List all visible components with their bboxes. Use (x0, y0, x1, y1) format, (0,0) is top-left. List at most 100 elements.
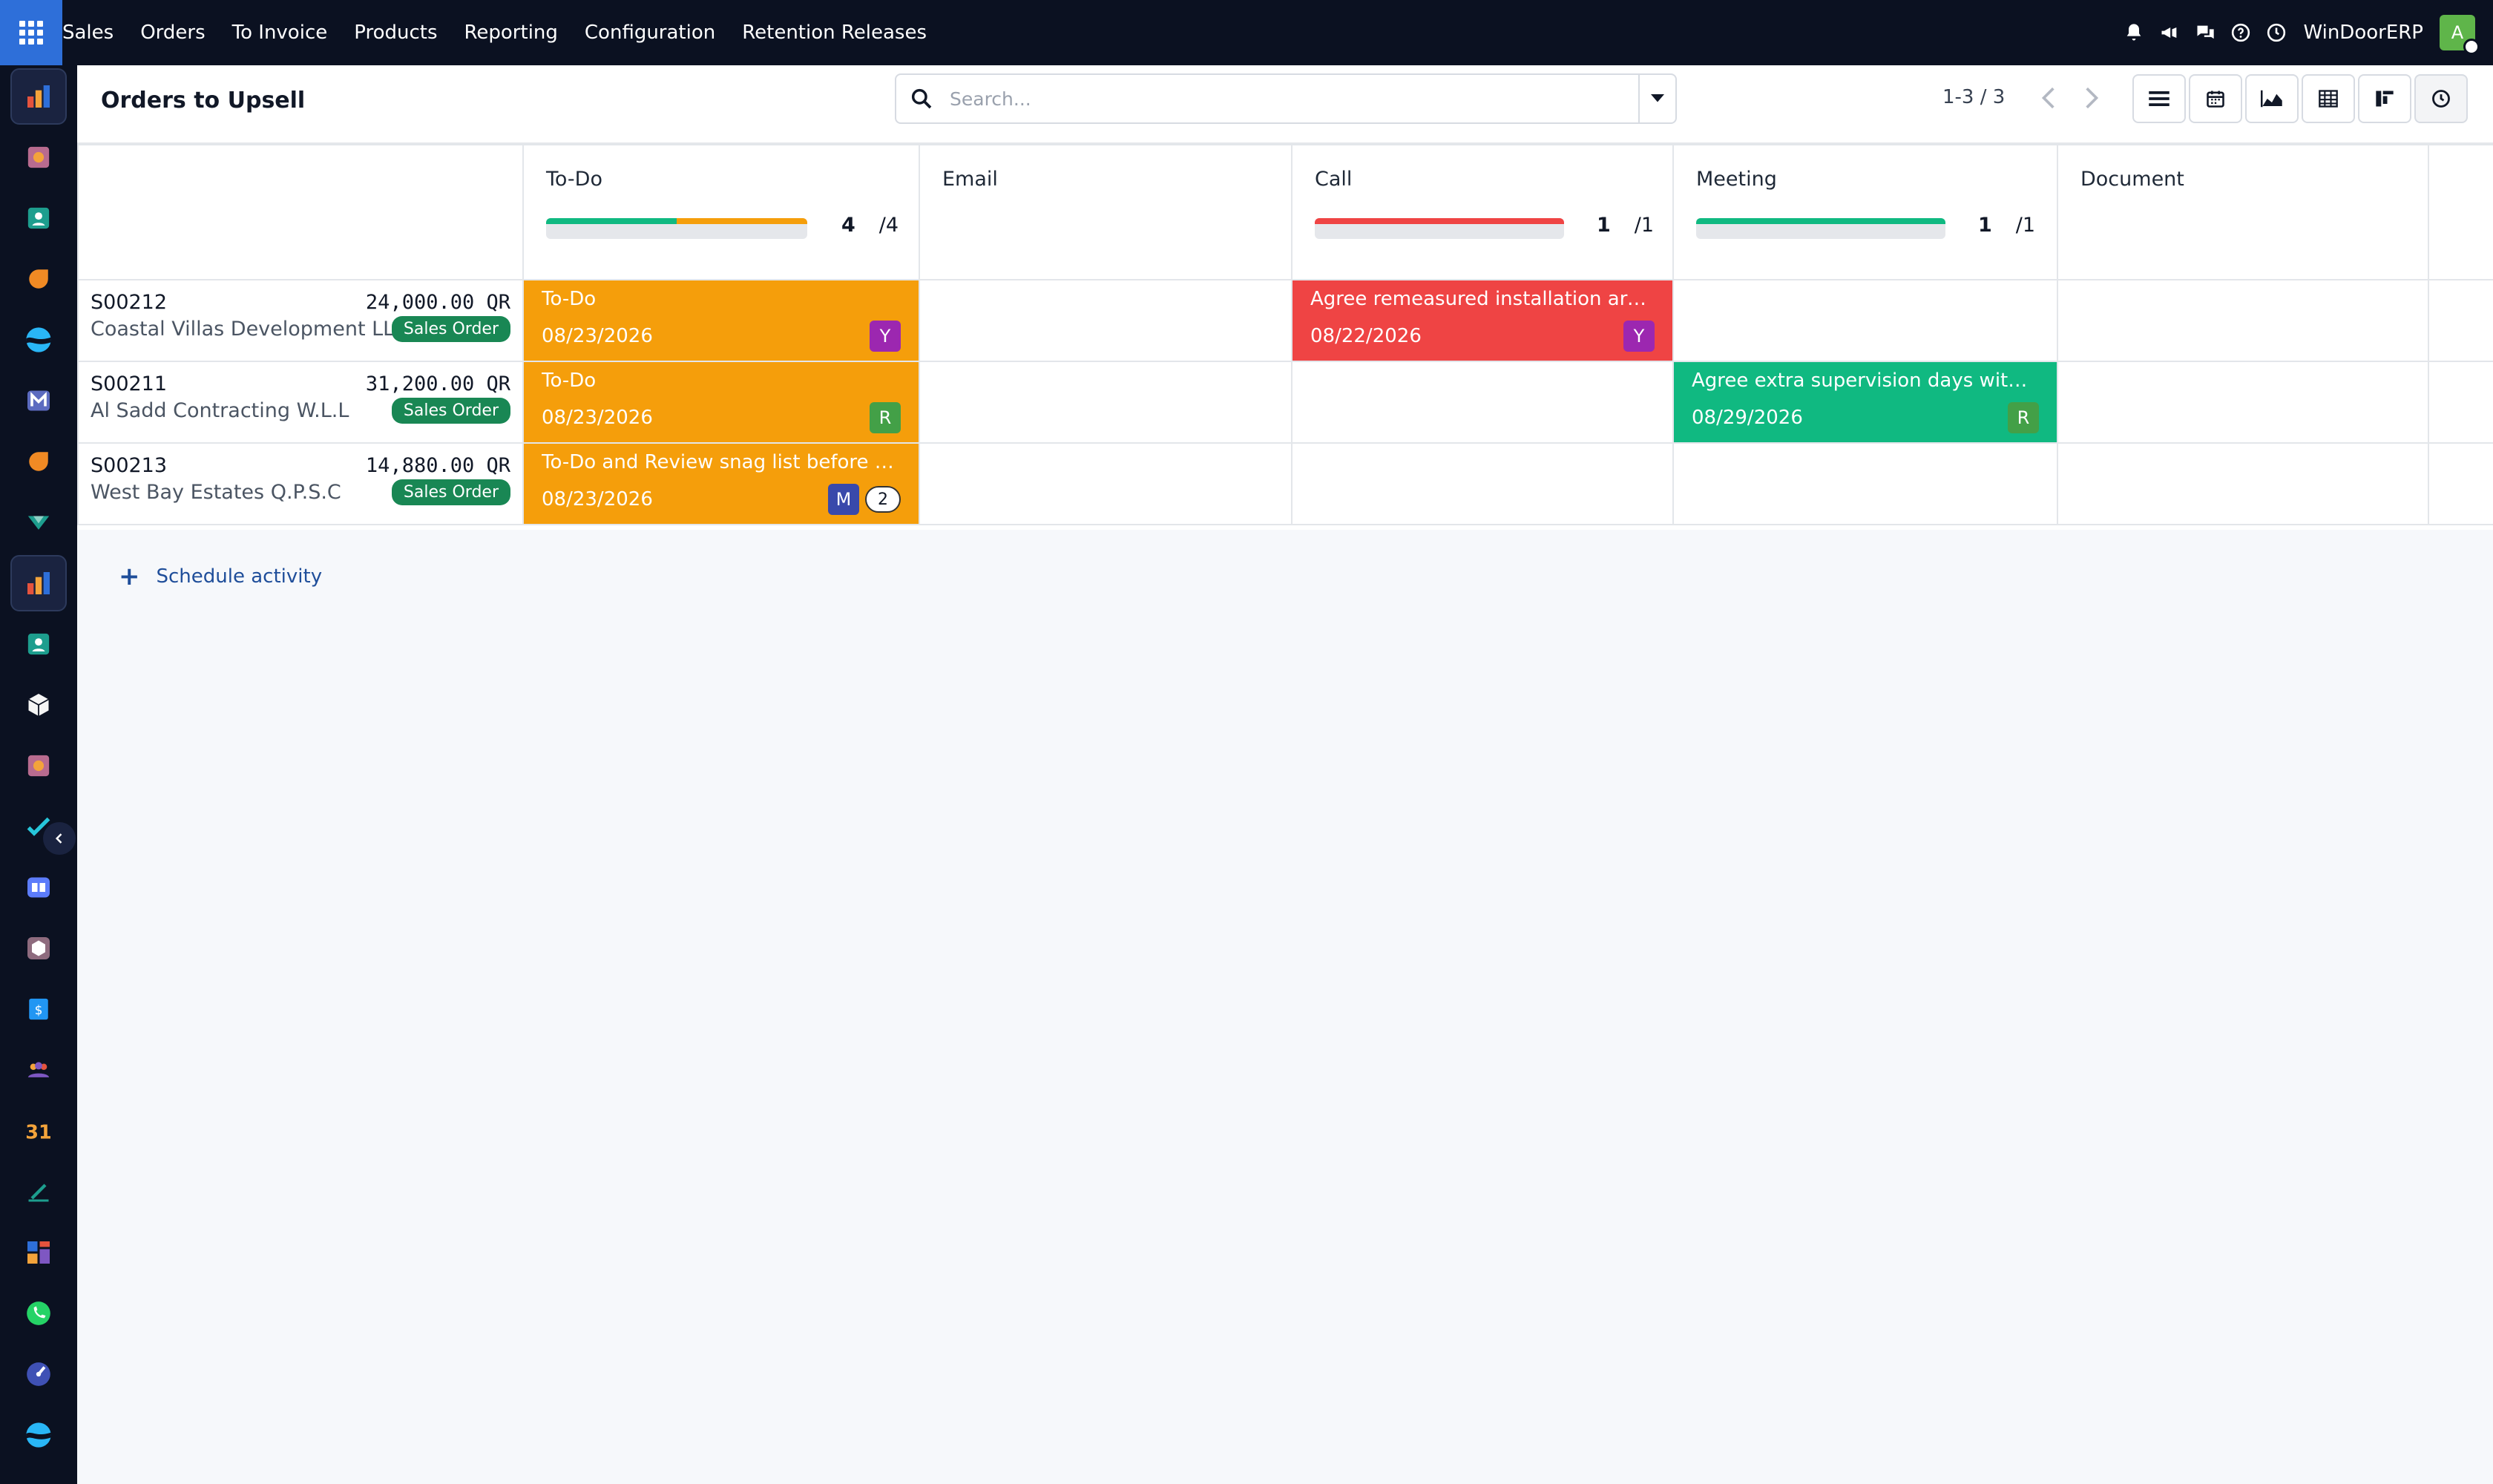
table-row: S00212 24,000.00 QR Coastal Villas Devel… (77, 279, 2493, 362)
list-view-button[interactable] (2132, 74, 2186, 123)
area-chart-icon (2261, 90, 2282, 108)
progress-planned-segment (546, 218, 677, 224)
knowledge-app-icon[interactable] (10, 859, 67, 916)
activity-cell-todo[interactable]: To-Do 08/23/2026 R (522, 361, 920, 444)
email-marketing-app-icon[interactable] (10, 372, 67, 429)
activity-cell-todo[interactable]: To-Do 08/23/2026 Y (522, 279, 920, 362)
discuss-app-icon[interactable] (10, 129, 67, 186)
avatar: R (2008, 402, 2039, 433)
user-avatar[interactable]: A (2440, 15, 2480, 55)
planning-app-icon[interactable] (10, 1346, 67, 1402)
activity-cell-meeting[interactable] (1672, 442, 2058, 525)
menu-retention-releases[interactable]: Retention Releases (729, 0, 940, 65)
activity-cell-meeting[interactable] (1672, 279, 2058, 362)
menu-products[interactable]: Products (341, 0, 450, 65)
help-icon[interactable] (2223, 15, 2259, 50)
column-header-document[interactable]: Document (2057, 144, 2429, 280)
collapse-sidebar-button[interactable] (43, 822, 76, 855)
empty-column-header (2428, 144, 2493, 280)
bell-icon[interactable] (2116, 15, 2152, 50)
activity-cell-call[interactable]: Agree remeasured installation area ... 0… (1291, 279, 1674, 362)
pager-value[interactable]: 1-3 / 3 (1942, 86, 2005, 108)
team-app-icon[interactable] (10, 1042, 67, 1098)
column-progress-bar[interactable] (1315, 218, 1564, 239)
svg-text:$: $ (35, 1003, 43, 1018)
graph-view-button[interactable] (2245, 74, 2299, 123)
crm-app-icon-2[interactable] (10, 433, 67, 490)
activity-cell-todo[interactable]: To-Do and Review snag list before ta... … (522, 442, 920, 525)
column-title: Document (2080, 168, 2184, 191)
avatar: R (870, 402, 901, 433)
activity-card[interactable]: To-Do and Review snag list before ta... … (524, 444, 919, 524)
activity-cell-call[interactable] (1291, 361, 1674, 444)
activity-summary: To-Do (542, 288, 597, 310)
control-panel: Orders to Upsell 1-3 / 3 (77, 65, 2493, 144)
menu-orders[interactable]: Orders (127, 0, 218, 65)
record-cell[interactable]: S00212 24,000.00 QR Coastal Villas Devel… (77, 279, 524, 362)
avatar: Y (1623, 321, 1655, 352)
column-progress-bar[interactable] (1696, 218, 1945, 239)
activity-cell-meeting[interactable]: Agree extra supervision days with ... 08… (1672, 361, 2058, 444)
activity-cell-document[interactable] (2057, 279, 2429, 362)
record-partner: West Bay Estates Q.P.S.C (91, 481, 341, 504)
pager-next-button[interactable] (2070, 76, 2115, 120)
megaphone-icon[interactable] (2152, 15, 2187, 50)
search-options-toggle[interactable] (1638, 75, 1675, 122)
sales-app-icon-2[interactable] (10, 555, 67, 611)
website-app-icon[interactable] (10, 312, 67, 368)
invoicing-app-icon[interactable]: $ (10, 981, 67, 1037)
company-switcher[interactable]: WinDoorERP (2303, 22, 2423, 44)
sign-app-icon[interactable] (10, 1163, 67, 1220)
calendar-view-button[interactable] (2189, 74, 2242, 123)
dashboards-app-icon[interactable] (10, 1224, 67, 1281)
chat-icon[interactable] (2187, 15, 2223, 50)
column-header-email[interactable]: Email (919, 144, 1293, 280)
column-header-call[interactable]: Call 1/1 (1291, 144, 1674, 280)
project-app-icon[interactable] (10, 494, 67, 551)
activity-cell-document[interactable] (2057, 361, 2429, 444)
column-header-meeting[interactable]: Meeting 1/1 (1672, 144, 2058, 280)
activity-cell-email[interactable] (919, 279, 1293, 362)
activity-cell-email[interactable] (919, 361, 1293, 444)
whatsapp-app-icon[interactable] (10, 1285, 67, 1342)
column-title: To-Do (546, 168, 602, 191)
calendar-icon (2207, 91, 2224, 108)
contacts-app-icon[interactable] (10, 190, 67, 246)
inventory-app-icon[interactable] (10, 677, 67, 733)
clock-icon[interactable] (2259, 15, 2294, 50)
activity-card[interactable]: Agree extra supervision days with ... 08… (1674, 362, 2057, 442)
app-sidebar: $ 31 (0, 65, 77, 1484)
activity-cell-email[interactable] (919, 442, 1293, 525)
record-cell[interactable]: S00213 14,880.00 QR West Bay Estates Q.P… (77, 442, 524, 525)
activity-cell-empty (2428, 361, 2493, 444)
activity-card[interactable]: To-Do 08/23/2026 R (524, 362, 919, 442)
column-progress-bar[interactable] (546, 218, 807, 239)
website-app-icon-2[interactable] (10, 1407, 67, 1463)
search-input[interactable] (950, 82, 1588, 115)
schedule-activity-button[interactable]: + Schedule activity (119, 564, 322, 589)
pager-previous-button[interactable] (2026, 76, 2070, 120)
pivot-view-button[interactable] (2302, 74, 2355, 123)
menu-reporting[interactable]: Reporting (451, 0, 571, 65)
progress-planned-segment (1696, 218, 1945, 224)
activity-cell-document[interactable] (2057, 442, 2429, 525)
sales-app-icon[interactable] (10, 68, 67, 125)
activity-view-button[interactable] (2414, 74, 2468, 123)
calendar-app-icon[interactable]: 31 (10, 1103, 67, 1159)
kanban-view-button[interactable] (2358, 74, 2411, 123)
column-header-todo[interactable]: To-Do 4/4 (522, 144, 920, 280)
record-cell[interactable]: S00211 31,200.00 QR Al Sadd Contracting … (77, 361, 524, 444)
employees-app-icon[interactable] (10, 616, 67, 672)
menu-sales[interactable]: Sales (62, 0, 127, 65)
activity-cell-call[interactable] (1291, 442, 1674, 525)
activity-card[interactable]: Agree remeasured installation area ... 0… (1293, 280, 1672, 361)
apps-menu-button[interactable] (0, 0, 62, 65)
menu-configuration[interactable]: Configuration (571, 0, 729, 65)
crm-app-icon[interactable] (10, 251, 67, 307)
column-title: Email (942, 168, 998, 191)
barcode-app-icon[interactable] (10, 920, 67, 976)
activity-card[interactable]: To-Do 08/23/2026 Y (524, 280, 919, 361)
apps-store-icon[interactable] (10, 738, 67, 794)
menu-to-invoice[interactable]: To Invoice (219, 0, 341, 65)
record-name: S00211 (91, 372, 168, 395)
